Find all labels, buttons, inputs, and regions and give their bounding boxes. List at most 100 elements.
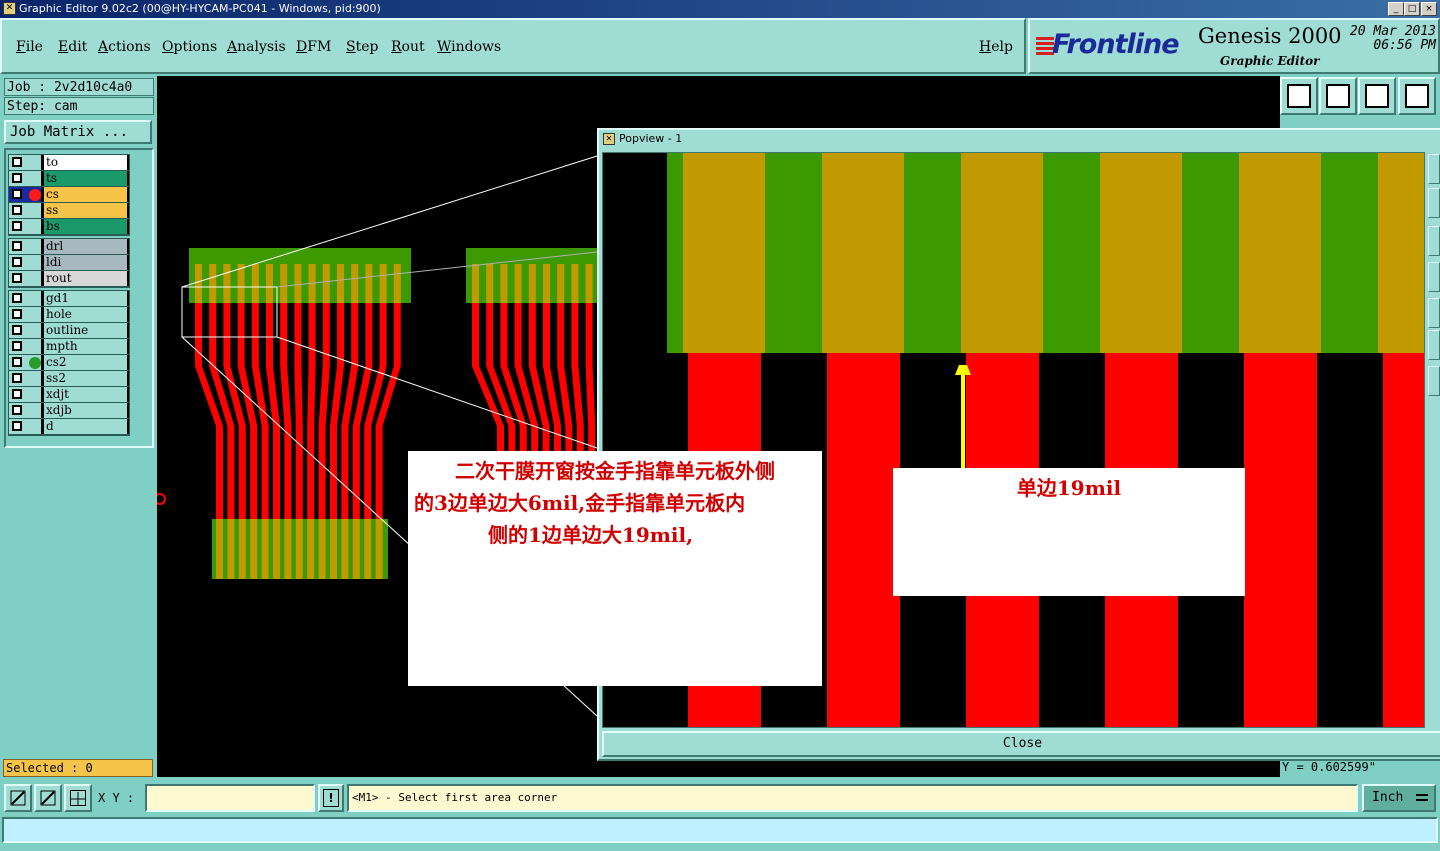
date-text: 20 Mar 2013	[1349, 24, 1436, 39]
menu-help[interactable]: Help	[979, 39, 1013, 55]
layer-checkbox[interactable]	[12, 341, 22, 351]
gold-finger	[393, 264, 401, 303]
xy-input[interactable]	[145, 784, 315, 812]
popview-title-bar: ✕ Popview - 1	[599, 130, 1440, 148]
menu-file[interactable]: File	[16, 39, 43, 55]
gold-finger	[195, 264, 202, 303]
menu-edit[interactable]: Edit	[58, 39, 87, 55]
close-window-button[interactable]: ×	[1421, 2, 1437, 16]
menu-windows[interactable]: Windows	[437, 39, 501, 55]
layer-name: mpth	[44, 339, 127, 354]
popview-side-button[interactable]	[1428, 188, 1440, 218]
popview-side-button[interactable]	[1428, 330, 1440, 360]
grid-icon[interactable]	[64, 784, 92, 812]
tool-button-zoom-fit[interactable]	[1398, 77, 1436, 115]
layer-row-to[interactable]: to	[9, 155, 129, 171]
zoomed-gold-finger	[1378, 153, 1424, 353]
layer-row-outline[interactable]: outline	[9, 323, 129, 339]
gold-finger	[528, 264, 536, 303]
popview-icon: ✕	[603, 133, 615, 145]
layer-row-hole[interactable]: hole	[9, 307, 129, 323]
gold-fingers-top	[195, 264, 401, 303]
gold-finger	[209, 264, 217, 303]
layer-row-xdjt[interactable]: xdjt	[9, 387, 129, 403]
layer-checkbox[interactable]	[12, 309, 22, 319]
layer-row-ss[interactable]: ss	[9, 203, 129, 219]
zoom-area-icon[interactable]	[4, 784, 32, 812]
menu-dfm[interactable]: DFM	[296, 39, 331, 55]
product-name: Genesis 2000	[1198, 24, 1342, 48]
layer-row-drl[interactable]: drl	[9, 239, 129, 255]
popview-side-button[interactable]	[1428, 262, 1440, 292]
minimize-button[interactable]: _	[1388, 2, 1404, 16]
bottom-bar: X Y : ! <M1> - Select first area corner …	[0, 780, 1440, 816]
layer-row-mpth[interactable]: mpth	[9, 339, 129, 355]
tool-button-home[interactable]	[1358, 77, 1396, 115]
gold-finger	[238, 519, 246, 579]
layer-checkbox[interactable]	[12, 325, 22, 335]
menu-actions[interactable]: Actions	[98, 39, 151, 55]
gold-finger	[284, 519, 292, 579]
layer-checkbox[interactable]	[12, 421, 22, 431]
layer-group-misc: gd1 hole outline mpth cs2 ss2 xdjt xdjb d	[8, 290, 130, 436]
menu-rout[interactable]: Rout	[391, 39, 425, 55]
layer-checkbox-cell	[9, 271, 41, 286]
zoomed-copper-trace	[1383, 353, 1424, 727]
copper-trace	[294, 303, 303, 519]
product-subtitle: Graphic Editor	[1220, 54, 1320, 68]
layer-checkbox[interactable]	[12, 257, 22, 267]
layer-row-rout[interactable]: rout	[9, 271, 129, 287]
tool-button-export[interactable]	[1280, 77, 1318, 115]
layer-row-cs2[interactable]: cs2	[9, 355, 129, 371]
layer-row-ldi[interactable]: ldi	[9, 255, 129, 271]
layer-row-gd1[interactable]: gd1	[9, 291, 129, 307]
layer-checkbox[interactable]	[12, 273, 22, 283]
popview-close-button[interactable]: Close	[602, 731, 1440, 757]
restore-button[interactable]: □	[1404, 2, 1420, 16]
measure-icon[interactable]	[34, 784, 62, 812]
gold-finger	[364, 519, 372, 579]
layer-row-ts[interactable]: ts	[9, 171, 129, 187]
unit-selector[interactable]: Inch	[1362, 784, 1436, 812]
job-matrix-button[interactable]: Job Matrix ...	[4, 120, 152, 144]
layer-checkbox[interactable]	[12, 189, 22, 199]
layer-checkbox[interactable]	[12, 173, 22, 183]
brand-name: Frontline	[1052, 29, 1180, 60]
layer-checkbox[interactable]	[12, 293, 22, 303]
annotation-line: 侧的1边单边大19mil,	[488, 523, 694, 547]
popview-side-button[interactable]	[1428, 366, 1440, 396]
layer-checkbox[interactable]	[12, 157, 22, 167]
layer-name: bs	[44, 219, 127, 234]
app-icon: ✕	[3, 2, 16, 15]
copper-trace	[307, 303, 316, 519]
menu-step[interactable]: Step	[346, 39, 378, 55]
menu-analysis[interactable]: Analysis	[227, 39, 286, 55]
alert-button[interactable]: !	[318, 784, 344, 812]
tool-button-import[interactable]	[1319, 77, 1357, 115]
layer-checkbox[interactable]	[12, 405, 22, 415]
layer-checkbox[interactable]	[12, 205, 22, 215]
layer-row-cs[interactable]: cs	[9, 187, 129, 203]
gold-finger	[251, 264, 259, 303]
layer-row-ss2[interactable]: ss2	[9, 371, 129, 387]
layer-name: cs	[44, 187, 127, 202]
y-coordinate: Y = 0.602599"	[1282, 760, 1376, 774]
popview-side-button[interactable]	[1428, 226, 1440, 256]
layer-row-d[interactable]: d	[9, 419, 129, 435]
layer-row-xdjb[interactable]: xdjb	[9, 403, 129, 419]
zoomed-gold-finger	[961, 153, 1043, 353]
layer-name: hole	[44, 307, 127, 322]
popview-side-button[interactable]	[1428, 298, 1440, 328]
job-label: Job : 2v2d10c4a0	[4, 78, 154, 96]
menu-options[interactable]: Options	[162, 39, 217, 55]
layer-checkbox[interactable]	[12, 221, 22, 231]
layer-row-bs[interactable]: bs	[9, 219, 129, 235]
layer-checkbox-cell	[9, 371, 41, 386]
popview-side-button[interactable]	[1428, 154, 1440, 184]
layer-checkbox[interactable]	[12, 241, 22, 251]
layer-checkbox[interactable]	[12, 373, 22, 383]
layer-checkbox[interactable]	[12, 389, 22, 399]
origin-marker	[157, 493, 166, 505]
layer-checkbox[interactable]	[12, 357, 22, 367]
layer-checkbox-cell	[9, 355, 41, 370]
